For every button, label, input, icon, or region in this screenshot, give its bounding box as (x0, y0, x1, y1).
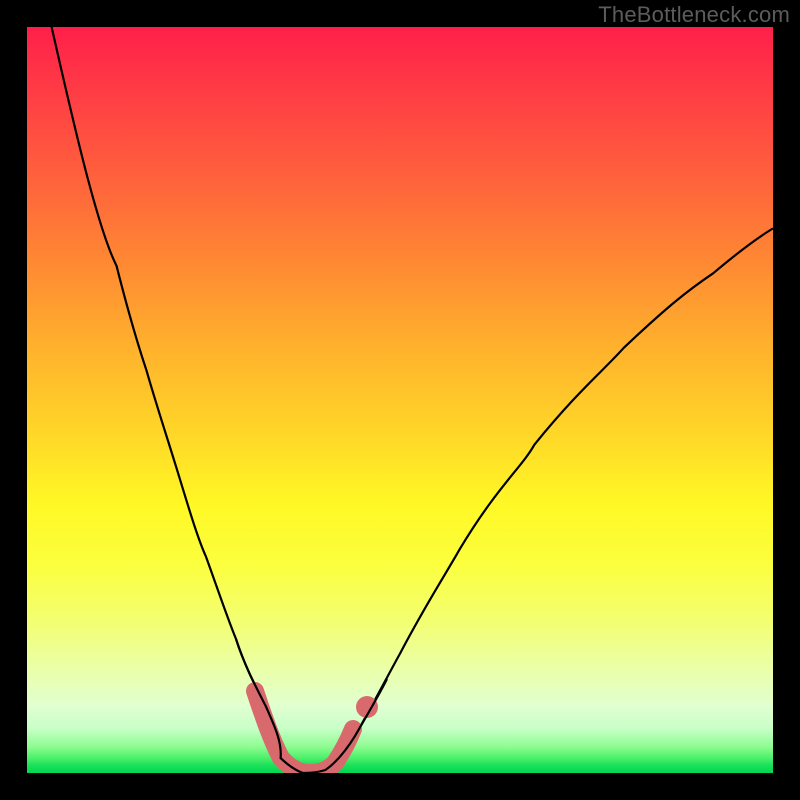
chart-svg (27, 27, 773, 773)
trough-highlight (255, 691, 353, 773)
bottleneck-curve (52, 27, 773, 773)
chart-frame (27, 27, 773, 773)
watermark-text: TheBottleneck.com (598, 2, 790, 28)
